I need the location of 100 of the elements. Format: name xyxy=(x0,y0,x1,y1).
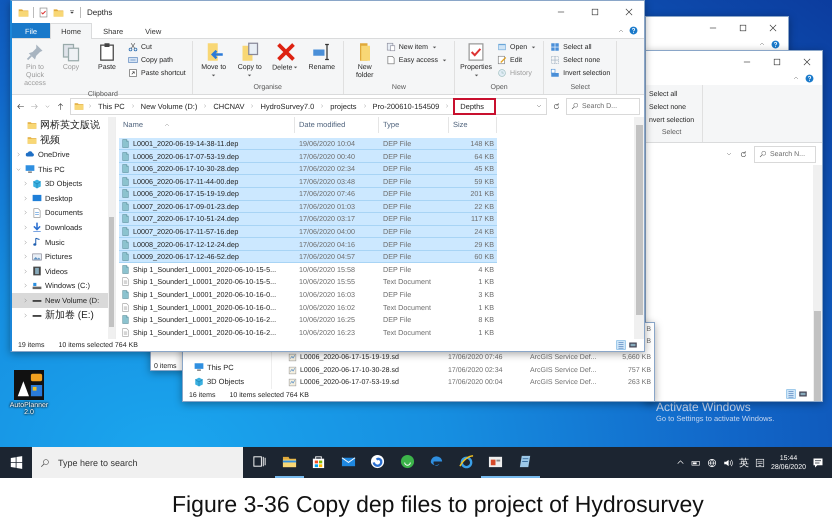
folder-icon xyxy=(27,134,37,145)
document-check-icon xyxy=(38,6,49,18)
folder-icon xyxy=(74,101,84,111)
file-icon xyxy=(121,240,130,249)
maximize-icon xyxy=(772,57,782,67)
chevron-right-icon xyxy=(130,103,136,109)
smiley-icon xyxy=(400,454,415,469)
film-icon xyxy=(32,266,42,276)
maximize-icon xyxy=(738,23,748,33)
computer-icon xyxy=(25,164,35,174)
open-icon xyxy=(497,42,508,52)
help-icon xyxy=(629,26,638,35)
keyboard-icon xyxy=(754,458,765,468)
forward-arrow-icon xyxy=(30,102,39,110)
swirl-icon xyxy=(370,454,386,469)
caret-icon xyxy=(292,64,300,71)
properties-icon xyxy=(466,42,486,62)
ie-icon xyxy=(458,454,474,469)
pictures-icon xyxy=(32,252,42,262)
cube-icon xyxy=(32,178,42,189)
refresh-icon xyxy=(739,150,748,158)
file-icon xyxy=(121,152,130,161)
map-file-icon xyxy=(288,378,297,388)
music-note-icon xyxy=(32,237,42,248)
copy-icon xyxy=(61,42,81,62)
back-button[interactable] xyxy=(16,102,25,110)
app-icon xyxy=(14,370,44,400)
network-globe-icon xyxy=(706,458,717,468)
windows-logo-icon xyxy=(10,456,22,469)
cube-icon xyxy=(194,376,204,387)
help-icon xyxy=(805,74,814,82)
details-view-icon xyxy=(616,340,626,350)
window-title: Depths xyxy=(87,8,112,16)
refresh-icon xyxy=(552,102,561,110)
ime-indicator[interactable]: 英 xyxy=(738,456,749,470)
chevron-down-icon xyxy=(725,150,733,158)
collapse-icon xyxy=(792,74,800,82)
pin-icon xyxy=(25,42,45,62)
tiles-view-icon xyxy=(628,340,638,350)
cloud-icon xyxy=(25,149,35,160)
nav-item[interactable]: 新加卷 (E:) xyxy=(12,308,108,322)
close-icon xyxy=(802,57,812,67)
scissors-icon xyxy=(128,42,138,52)
maximize-icon xyxy=(590,7,600,17)
folder-icon xyxy=(53,6,64,18)
tiles-view-icon xyxy=(798,389,808,399)
folder-icon xyxy=(18,6,29,18)
folder-copy-icon xyxy=(240,42,260,62)
file-icon xyxy=(121,264,130,274)
file-icon xyxy=(121,138,130,148)
text-file-icon xyxy=(121,302,130,312)
chevron-right-icon xyxy=(87,103,93,109)
file-icon xyxy=(121,202,130,211)
file-icon xyxy=(121,315,130,324)
folder-icon xyxy=(282,454,297,469)
documents-icon xyxy=(32,208,42,218)
new-item-icon xyxy=(386,42,396,52)
file-icon xyxy=(121,290,130,299)
scrollbar[interactable] xyxy=(634,117,644,339)
presentation-icon xyxy=(488,454,504,469)
search-field[interactable]: Type here to search xyxy=(32,447,243,478)
shopping-bag-icon xyxy=(311,454,326,469)
close-icon xyxy=(768,23,778,33)
task-view-icon xyxy=(252,454,268,469)
history-icon xyxy=(497,68,508,78)
file-icon xyxy=(121,214,130,224)
scrollbar[interactable] xyxy=(108,117,115,339)
edit-icon xyxy=(497,55,508,65)
file-icon xyxy=(121,176,130,186)
path-icon xyxy=(128,55,138,65)
nav-item[interactable]: 视频 xyxy=(12,132,108,148)
drive-icon xyxy=(32,280,42,291)
file-icon xyxy=(121,189,130,198)
scrollbar[interactable] xyxy=(813,165,822,401)
text-file-icon xyxy=(121,277,130,286)
figure-caption: Figure 3-36 Copy dep files to project of Hydrosurvey xyxy=(171,490,705,519)
select-none-icon xyxy=(550,55,560,65)
rename-icon xyxy=(312,42,332,62)
text-file-icon xyxy=(121,328,130,337)
desktop-icon xyxy=(32,193,42,204)
chevron-down-icon xyxy=(15,166,22,173)
invert-selection-icon xyxy=(550,68,560,78)
caret-icon xyxy=(68,8,76,16)
shortcut-icon xyxy=(128,68,138,78)
refresh-button[interactable] xyxy=(552,102,561,110)
close-icon xyxy=(624,7,634,17)
search-icon xyxy=(571,102,579,110)
chevron-down-icon xyxy=(535,102,543,110)
chevron-right-icon xyxy=(362,103,368,109)
up-button[interactable] xyxy=(56,102,65,110)
search-icon xyxy=(759,150,767,158)
nav-item[interactable]: 网桥英文版说 xyxy=(12,118,108,133)
refresh-button[interactable] xyxy=(739,150,748,158)
computer-icon xyxy=(194,362,204,372)
file-icon xyxy=(121,164,130,174)
collapse-icon xyxy=(758,40,766,48)
clipboard-icon xyxy=(97,42,117,62)
details-view-icon xyxy=(786,389,796,399)
chevron-down-icon xyxy=(44,102,51,110)
easy-access-icon xyxy=(386,55,396,65)
